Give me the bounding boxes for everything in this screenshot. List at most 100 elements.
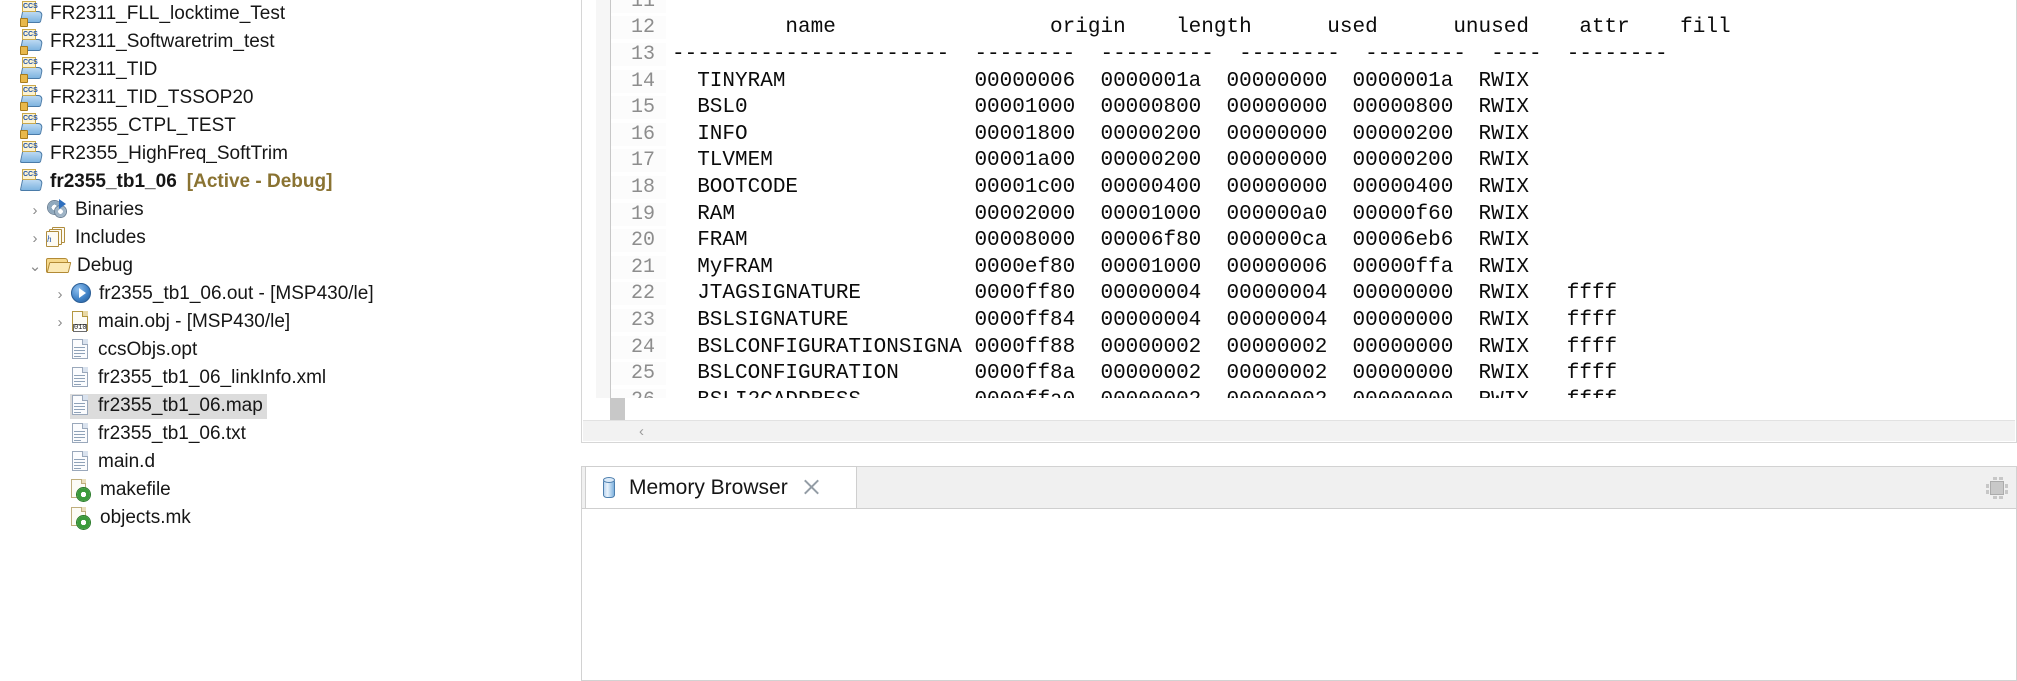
code-line[interactable]: 24 BSLCONFIGURATIONSIGNA 0000ff88 000000…	[611, 334, 2016, 361]
chevron-right-icon[interactable]: ›	[25, 231, 45, 246]
tree-item-fr2355-tb1-06-map[interactable]: fr2355_tb1_06.map	[0, 392, 548, 420]
tree-item-content[interactable]: Binaries	[45, 198, 148, 223]
memory-cylinder-icon	[600, 477, 618, 499]
code-line-text: BSL0 00001000 00000800 00000000 00000800…	[666, 96, 1529, 119]
code-line[interactable]: 16 INFO 00001800 00000200 00000000 00000…	[611, 121, 2016, 148]
tree-item-fr2355-tb1-06[interactable]: CCSfr2355_tb1_06[Active - Debug]	[0, 168, 548, 196]
ccs-project-icon-nolock: CCS	[21, 143, 43, 165]
chevron-right-icon[interactable]: ›	[25, 203, 45, 218]
object-file-icon: 010	[71, 311, 91, 333]
tree-item-fr2311-softwaretrim-test[interactable]: CCS FR2311_Softwaretrim_test	[0, 28, 548, 56]
chevron-right-icon[interactable]: ›	[50, 315, 70, 330]
code-line[interactable]: 17 TLVMEM 00001a00 00000200 00000000 000…	[611, 148, 2016, 175]
tree-item-binaries[interactable]: ›Binaries	[0, 196, 548, 224]
tree-item-main-d[interactable]: main.d	[0, 448, 548, 476]
tree-item-label: main.d	[98, 451, 155, 473]
code-line[interactable]: 18 BOOTCODE 00001c00 00000400 00000000 0…	[611, 174, 2016, 201]
tree-item-content[interactable]: CCSFR2355_CTPL_TEST	[20, 114, 240, 139]
tree-item-label: FR2311_FLL_locktime_Test	[50, 3, 285, 25]
tree-item-fr2355-ctpl-test[interactable]: CCSFR2355_CTPL_TEST	[0, 112, 548, 140]
code-line-text: FRAM 00008000 00006f80 000000ca 00006eb6…	[666, 229, 1529, 252]
tree-item-content[interactable]: CCSFR2311_FLL_locktime_Test	[20, 2, 289, 27]
editor-vertical-scrollbar-track[interactable]	[596, 0, 611, 398]
tree-item-content[interactable]: Debug	[45, 254, 137, 279]
tree-item-fr2355-tb1-06-txt[interactable]: fr2355_tb1_06.txt	[0, 420, 548, 448]
tab-memory-browser[interactable]: Memory Browser	[585, 466, 857, 508]
text-file-icon	[71, 423, 91, 445]
tree-item-label: FR2355_HighFreq_SoftTrim	[50, 143, 288, 165]
executable-icon	[71, 283, 92, 304]
tree-item-fr2355-tb1-06-out-msp430-le[interactable]: ›fr2355_tb1_06.out - [MSP430/le]	[0, 280, 548, 308]
line-number: 18	[611, 176, 666, 199]
code-line[interactable]: 15 BSL0 00001000 00000800 00000000 00000…	[611, 94, 2016, 121]
code-line[interactable]: 21 MyFRAM 0000ef80 00001000 00000006 000…	[611, 254, 2016, 281]
tree-item-fr2311-fll-locktime-test[interactable]: CCSFR2311_FLL_locktime_Test	[0, 0, 548, 28]
tree-item-label: FR2311_Softwaretrim_test	[50, 31, 275, 53]
code-line[interactable]: 20 FRAM 00008000 00006f80 000000ca 00006…	[611, 227, 2016, 254]
code-line-text: INFO 00001800 00000200 00000000 00000200…	[666, 123, 1529, 146]
memory-browser-view: Memory Browser	[581, 466, 2017, 681]
tree-item-label: FR2311_TID_TSSOP20	[50, 87, 253, 109]
tree-item-content[interactable]: fr2355_tb1_06.out - [MSP430/le]	[70, 282, 378, 307]
text-file-icon	[71, 451, 91, 473]
code-line[interactable]: 14 TINYRAM 00000006 0000001a 00000000 00…	[611, 68, 2016, 95]
tree-item-content[interactable]: ccsObjs.opt	[70, 338, 201, 363]
editor-horizontal-scrollbar-thumb[interactable]	[661, 424, 2013, 439]
scroll-left-icon[interactable]: ‹	[639, 424, 644, 439]
line-number: 24	[611, 336, 666, 359]
tree-item-objects-mk[interactable]: objects.mk	[0, 504, 548, 532]
line-number: 14	[611, 70, 666, 93]
tree-item-content[interactable]: main.d	[70, 450, 159, 475]
tree-item-makefile[interactable]: makefile	[0, 476, 548, 504]
ccs-project-icon: CCS	[21, 31, 43, 53]
memory-browser-tabbar: Memory Browser	[582, 467, 2016, 509]
tree-item-includes[interactable]: ›hIncludes	[0, 224, 548, 252]
tree-item-content[interactable]: hIncludes	[45, 226, 150, 251]
chevron-down-icon[interactable]: ⌄	[25, 259, 45, 274]
tree-item-content[interactable]: fr2355_tb1_06_linkInfo.xml	[70, 366, 330, 391]
code-line-text: name origin length used unused attr fill	[666, 16, 1731, 39]
line-number: 23	[611, 309, 666, 332]
tree-item-content[interactable]: makefile	[70, 478, 175, 503]
chevron-right-icon[interactable]: ›	[50, 287, 70, 302]
tree-item-content[interactable]: fr2355_tb1_06.map	[70, 394, 267, 419]
code-line-text: BOOTCODE 00001c00 00000400 00000000 0000…	[666, 176, 1529, 199]
close-icon[interactable]	[802, 478, 821, 497]
tree-item-content[interactable]: CCS FR2355_HighFreq_SoftTrim	[20, 142, 292, 167]
ide-window: CCSFR2311_FLL_locktime_TestCCSFR2311_Sof…	[0, 0, 2017, 681]
tree-item-content[interactable]: CCSfr2355_tb1_06[Active - Debug]	[20, 170, 336, 195]
code-line[interactable]: 13---------------------- -------- ------…	[611, 41, 2016, 68]
tree-item-main-obj-msp430-le[interactable]: ›010main.obj - [MSP430/le]	[0, 308, 548, 336]
editor-code-area[interactable]: 1112 name origin length used unused attr…	[611, 0, 2016, 398]
tree-item-content[interactable]: 010main.obj - [MSP430/le]	[70, 310, 294, 335]
memory-browser-content[interactable]	[582, 509, 2016, 680]
tree-item-label: fr2355_tb1_06	[50, 171, 177, 193]
tree-item-fr2355-highfreq-softtrim[interactable]: CCS FR2355_HighFreq_SoftTrim	[0, 140, 548, 168]
tree-item-fr2311-tid-tssop20[interactable]: CCSFR2311_TID_TSSOP20	[0, 84, 548, 112]
code-line[interactable]: 26 BSLI2CADDRESS 0000ffa0 00000002 00000…	[611, 387, 2016, 398]
line-number: 26	[611, 389, 666, 398]
tree-item-label: makefile	[100, 479, 171, 501]
code-line[interactable]: 25 BSLCONFIGURATION 0000ff8a 00000002 00…	[611, 360, 2016, 387]
code-line[interactable]: 22 JTAGSIGNATURE 0000ff80 00000004 00000…	[611, 281, 2016, 308]
tree-item-fr2355-tb1-06-linkinfo-xml[interactable]: fr2355_tb1_06_linkInfo.xml	[0, 364, 548, 392]
code-line[interactable]: 11	[611, 0, 2016, 15]
chip-icon[interactable]	[1984, 475, 2010, 501]
tree-item-label: fr2355_tb1_06_linkInfo.xml	[98, 367, 326, 389]
editor-horizontal-scrollbar[interactable]: ‹	[583, 420, 2015, 441]
tree-item-content[interactable]: CCSFR2311_TID_TSSOP20	[20, 86, 257, 111]
tree-item-fr2311-tid[interactable]: CCSFR2311_TID	[0, 56, 548, 84]
code-line[interactable]: 23 BSLSIGNATURE 0000ff84 00000004 000000…	[611, 307, 2016, 334]
tree-item-content[interactable]: objects.mk	[70, 506, 195, 531]
tree-item-content[interactable]: CCSFR2311_TID	[20, 58, 161, 83]
makefile-icon	[71, 507, 93, 529]
line-number: 12	[611, 16, 666, 39]
tree-item-ccsobjs-opt[interactable]: ccsObjs.opt	[0, 336, 548, 364]
tree-item-content[interactable]: fr2355_tb1_06.txt	[70, 422, 250, 447]
tree-item-debug[interactable]: ⌄Debug	[0, 252, 548, 280]
text-file-icon	[71, 339, 91, 361]
code-line[interactable]: 12 name origin length used unused attr f…	[611, 15, 2016, 42]
tree-item-content[interactable]: CCS FR2311_Softwaretrim_test	[20, 30, 279, 55]
code-line[interactable]: 19 RAM 00002000 00001000 000000a0 00000f…	[611, 201, 2016, 228]
project-explorer-tree[interactable]: CCSFR2311_FLL_locktime_TestCCSFR2311_Sof…	[0, 0, 548, 681]
